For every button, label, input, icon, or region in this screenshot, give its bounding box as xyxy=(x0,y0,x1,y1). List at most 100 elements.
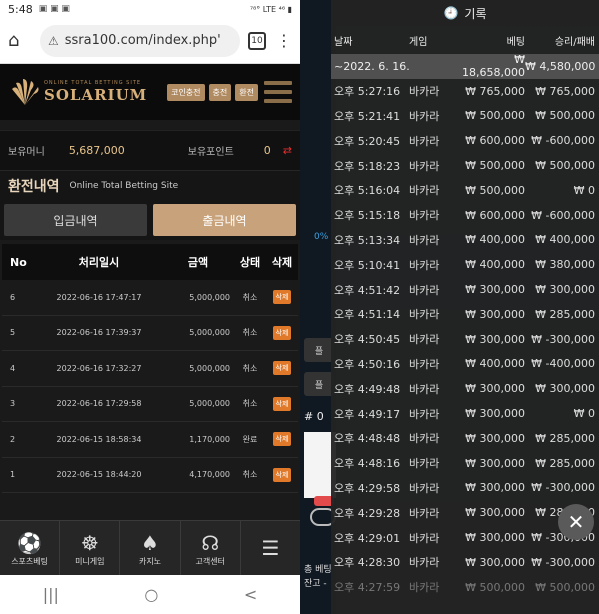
delete-button[interactable]: 삭제 xyxy=(272,396,292,411)
row-game: 바카라 xyxy=(409,134,440,148)
close-icon[interactable]: ✕ xyxy=(558,504,594,540)
row-date: 오후 4:49:17 xyxy=(334,407,401,421)
coin-charge-button[interactable]: 코인충전 xyxy=(167,83,205,101)
nav-menu[interactable]: ☰ xyxy=(241,521,300,575)
row-datetime: 2022-06-16 17:39:37 xyxy=(56,328,142,338)
row-date: 오후 4:29:28 xyxy=(334,506,401,520)
row-game: 바카라 xyxy=(409,159,440,173)
recents-icon[interactable]: ||| xyxy=(43,585,59,604)
row-amount: 1,170,000 xyxy=(189,434,230,444)
row-winloss: ₩ 500,000 xyxy=(535,580,595,594)
row-datetime: 2022-06-16 17:29:58 xyxy=(56,399,142,409)
row-date: 오후 5:20:45 xyxy=(334,134,401,148)
url-field[interactable]: ⚠ ssra100.com/index.php' xyxy=(40,24,240,57)
delete-button[interactable]: 삭제 xyxy=(272,290,292,305)
nav-customer-center[interactable]: ☊ 고객센터 xyxy=(181,521,241,575)
nav-label: 고객센터 xyxy=(195,556,225,566)
table-row: 2 2022-06-15 18:58:34 1,170,000 완료 삭제 xyxy=(2,422,298,458)
history-row: 오후 4:27:59 바카라 ₩ 500,000 ₩ 500,000 xyxy=(331,575,599,600)
row-bet: ₩ 300,000 xyxy=(465,382,525,396)
row-bet: ₩ 300,000 xyxy=(465,555,525,569)
delete-button[interactable]: 삭제 xyxy=(272,432,292,447)
row-winloss: ₩ 0 xyxy=(573,407,595,421)
more-menu-icon[interactable]: ⋮ xyxy=(276,31,292,50)
notification-icons: ▣ ▣ ▣ xyxy=(38,4,70,14)
money-label: 보유머니 xyxy=(8,147,45,158)
site-header: ONLINE TOTAL BETTING SITE SOLARIUM 코인충전 … xyxy=(0,64,300,120)
site-logo[interactable]: ONLINE TOTAL BETTING SITE SOLARIUM xyxy=(8,75,147,109)
row-winloss: ₩ -600,000 xyxy=(531,208,595,222)
row-datetime: 2022-06-16 17:32:27 xyxy=(56,363,142,373)
player-chip[interactable]: 플 xyxy=(304,338,334,362)
charge-button[interactable]: 충전 xyxy=(208,83,232,101)
tab-switcher-button[interactable]: 10 xyxy=(248,31,266,50)
table-header: No 처리일시 금액 상태 삭제 xyxy=(2,244,298,280)
row-no: 3 xyxy=(10,399,16,409)
points-label: 보유포인트 xyxy=(187,147,234,158)
headset-icon: ☊ xyxy=(201,530,220,555)
row-date: 오후 5:16:04 xyxy=(334,184,401,198)
brand-name: SOLARIUM xyxy=(44,86,148,104)
row-date: 오후 4:48:48 xyxy=(334,432,401,446)
nav-label: 카지노 xyxy=(138,556,162,566)
row-bet: ₩ 400,000 xyxy=(465,233,525,247)
delete-button[interactable]: 삭제 xyxy=(272,361,292,376)
home-circle-icon[interactable]: ○ xyxy=(144,585,158,604)
history-row: 오후 4:50:16 바카라 ₩ 400,000 ₩ -400,000 xyxy=(331,352,599,377)
table-row: 5 2022-06-16 17:39:37 5,000,000 취소 삭제 xyxy=(2,315,298,351)
delete-button[interactable]: 삭제 xyxy=(272,467,292,482)
row-no: 5 xyxy=(10,328,16,338)
history-row: 오후 4:29:58 바카라 ₩ 300,000 ₩ -300,000 xyxy=(331,476,599,501)
row-date: 오후 5:27:16 xyxy=(334,85,401,99)
player-chip[interactable]: 플 xyxy=(304,372,334,396)
row-winloss: ₩ 400,000 xyxy=(535,233,595,247)
row-bet: ₩ 300,000 xyxy=(465,531,525,545)
row-winloss: ₩ 285,000 xyxy=(535,456,595,470)
bottom-navigation: ⚽ 스포츠베팅 ☸ 미니게임 ♠ 카지노 ☊ 고객센터 ☰ xyxy=(0,520,300,575)
browser-toolbar: ⌂ ⚠ ssra100.com/index.php' 10 ⋮ xyxy=(0,18,300,64)
soccer-ball-icon: ⚽ xyxy=(17,530,43,555)
round-label: # 0 xyxy=(304,410,324,423)
history-row: 오후 4:50:45 바카라 ₩ 300,000 ₩ -300,000 xyxy=(331,327,599,352)
row-game: 바카라 xyxy=(409,357,440,371)
col-game: 게임 xyxy=(409,36,428,48)
nav-mini-game[interactable]: ☸ 미니게임 xyxy=(60,521,121,575)
home-icon[interactable]: ⌂ xyxy=(8,30,32,51)
row-status: 취소 xyxy=(242,292,258,302)
row-winloss: ₩ 285,000 xyxy=(535,307,595,321)
history-row: 오후 4:51:42 바카라 ₩ 300,000 ₩ 300,000 xyxy=(331,277,599,302)
history-row: 오후 4:28:30 바카라 ₩ 300,000 ₩ -300,000 xyxy=(331,550,599,575)
transfer-icon[interactable]: ⇄ xyxy=(283,144,292,157)
row-game: 바카라 xyxy=(409,283,440,297)
summary-bet: ₩ 18,658,000 xyxy=(462,53,525,80)
delete-button[interactable]: 삭제 xyxy=(272,325,292,340)
row-game: 바카라 xyxy=(409,581,440,595)
table-body: 6 2022-06-16 17:47:17 5,000,000 취소 삭제 5 … xyxy=(0,280,300,493)
row-date: 오후 5:15:18 xyxy=(334,209,401,223)
page-title: 환전내역 xyxy=(8,178,60,195)
row-winloss: ₩ -300,000 xyxy=(531,555,595,569)
history-row: 오후 4:51:14 바카라 ₩ 300,000 ₩ 285,000 xyxy=(331,302,599,327)
exchange-button[interactable]: 환전 xyxy=(235,83,258,101)
col-status: 상태 xyxy=(239,256,261,269)
percent-label: 0% xyxy=(314,232,329,242)
history-row: 오후 5:18:23 바카라 ₩ 500,000 ₩ 500,000 xyxy=(331,153,599,178)
row-date: 오후 4:51:14 xyxy=(334,308,401,322)
panel-title-text: 기록 xyxy=(464,6,487,21)
tab-deposit-history[interactable]: 입금내역 xyxy=(4,204,147,236)
back-icon[interactable]: < xyxy=(244,585,257,604)
tab-withdraw-history[interactable]: 출금내역 xyxy=(153,204,296,236)
nav-casino[interactable]: ♠ 카지노 xyxy=(120,521,181,575)
balance-label: 잔고 - xyxy=(304,579,327,589)
row-bet: ₩ 300,000 xyxy=(465,506,525,520)
row-game: 바카라 xyxy=(409,209,440,223)
row-date: 오후 4:50:16 xyxy=(334,357,401,371)
section-header: 환전내역 Online Total Betting Site xyxy=(0,170,300,200)
hamburger-menu-icon[interactable] xyxy=(264,81,292,103)
row-amount: 4,170,000 xyxy=(189,470,230,480)
table-row: 3 2022-06-16 17:29:58 5,000,000 취소 삭제 xyxy=(2,386,298,422)
row-amount: 5,000,000 xyxy=(189,292,230,302)
table-row: 6 2022-06-16 17:47:17 5,000,000 취소 삭제 xyxy=(2,280,298,316)
nav-sports-betting[interactable]: ⚽ 스포츠베팅 xyxy=(0,521,61,575)
row-winloss: ₩ 380,000 xyxy=(535,258,595,272)
